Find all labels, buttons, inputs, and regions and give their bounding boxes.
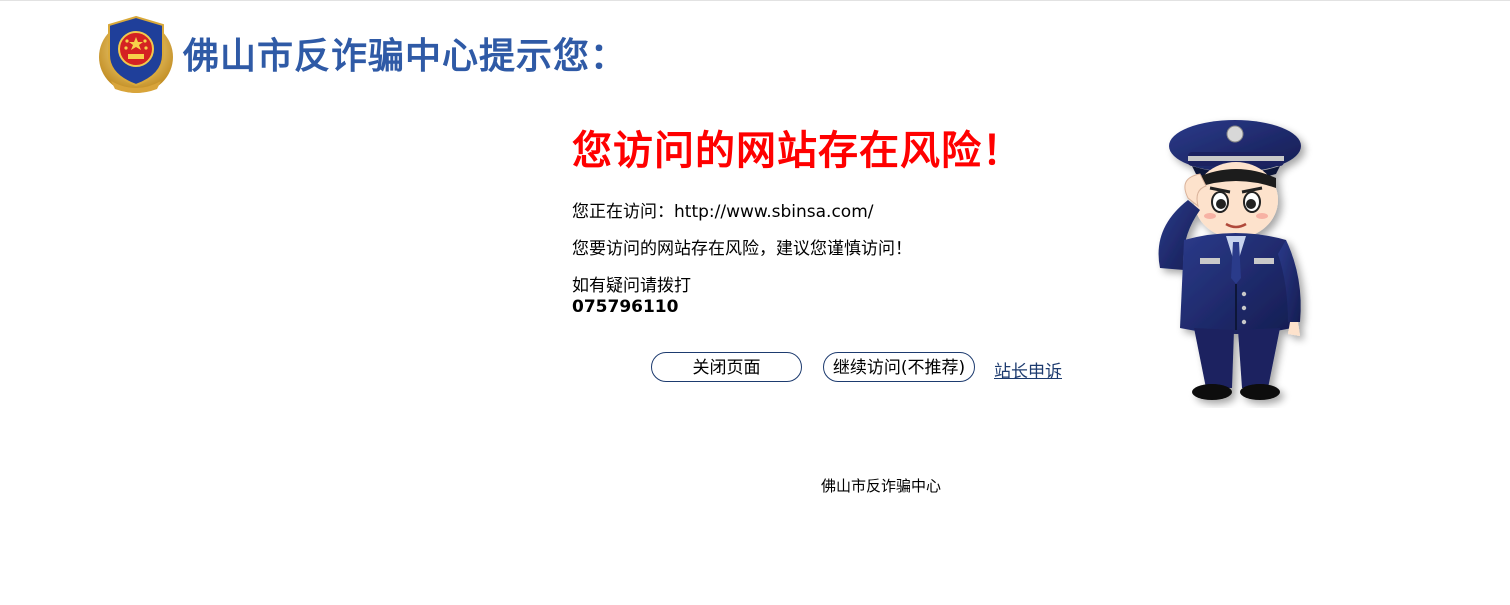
- header: 佛山市反诈骗中心提示您：: [97, 10, 627, 96]
- police-emblem-icon: [99, 15, 173, 93]
- police-officer-saluting-icon: [1158, 120, 1301, 400]
- top-divider: [0, 0, 1510, 1]
- warning-heading: 您访问的网站存在风险！: [572, 128, 1023, 174]
- webmaster-appeal-link[interactable]: 站长申诉: [994, 357, 1062, 382]
- close-page-button[interactable]: 关闭页面: [651, 352, 802, 382]
- help-prompt-text: 如有疑问请拨打: [572, 276, 691, 296]
- footer-text: 佛山市反诈骗中心: [821, 477, 942, 495]
- page: 佛山市反诈骗中心提示您： 您访问的网站存在风险！ 您正在访问：http://ww…: [0, 0, 1510, 605]
- page-title: 佛山市反诈骗中心提示您：: [183, 36, 628, 77]
- risk-notice-text: 您要访问的网站存在风险，建议您谨慎访问！: [572, 239, 912, 259]
- visiting-url-text: 您正在访问：http://www.sbinsa.com/: [572, 202, 874, 222]
- continue-visit-button[interactable]: 继续访问(不推荐): [823, 352, 975, 382]
- hotline-number: 075796110: [572, 297, 679, 317]
